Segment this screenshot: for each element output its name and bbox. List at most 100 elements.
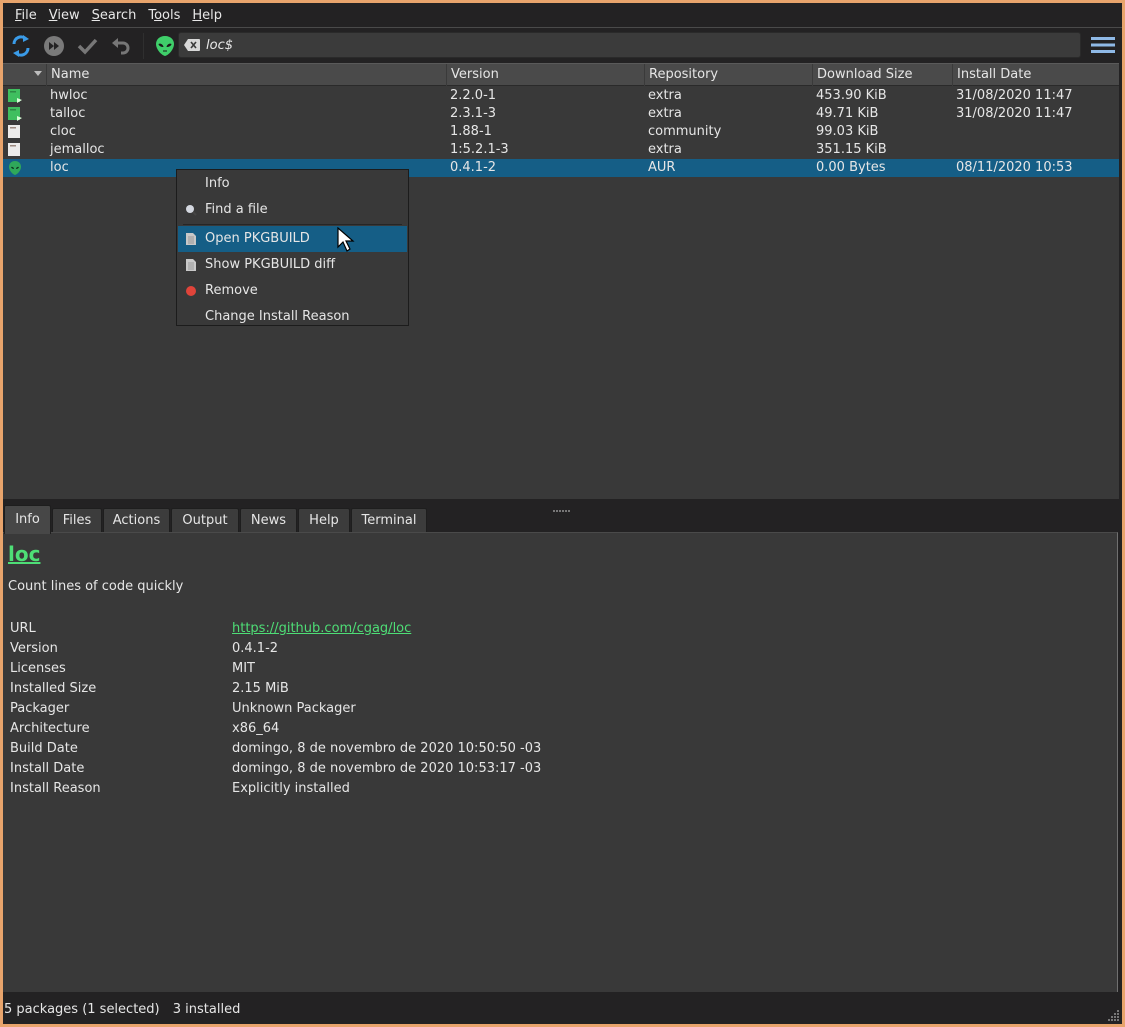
property-value: Explicitly installed	[232, 781, 350, 796]
sort-descending-icon	[34, 71, 42, 76]
context-menu-change-install-reason-label: Change Install Reason	[205, 309, 350, 324]
status-bar: 5 packages (1 selected) 3 installed	[3, 999, 249, 1021]
column-header-name[interactable]: Name	[46, 64, 446, 86]
property-key: Architecture	[10, 721, 90, 736]
cell-download-size: 0.00 Bytes	[816, 160, 886, 175]
property-key: Installed Size	[10, 681, 97, 696]
cell-repository: extra	[648, 88, 682, 103]
property-key: Licenses	[10, 661, 66, 676]
context-menu-separator	[183, 224, 402, 225]
context-menu-find-file-label: Find a file	[205, 202, 268, 217]
package-url-link[interactable]: https://github.com/cgag/loc	[232, 619, 411, 639]
toolbar	[3, 28, 1122, 63]
property-value: domingo, 8 de novembro de 2020 10:53:17 …	[232, 761, 542, 776]
info-panel: loc Count lines of code quickly URL http…	[3, 532, 1118, 992]
column-header-install-date[interactable]: Install Date	[952, 64, 1119, 86]
column-header-status[interactable]	[3, 64, 46, 86]
menu-help[interactable]: Help	[186, 8, 228, 23]
property-key: Build Date	[10, 741, 78, 756]
search-input[interactable]	[206, 37, 1066, 53]
resize-grip-icon[interactable]	[1108, 1010, 1120, 1022]
installed-icon	[8, 89, 22, 103]
alien-icon	[156, 35, 174, 56]
tab-files[interactable]: Files	[52, 508, 102, 533]
cell-install-date: 31/08/2020 11:47	[956, 88, 1073, 103]
menu-tools[interactable]: Tools	[142, 8, 186, 23]
cell-name: jemalloc	[50, 142, 105, 157]
menu-file[interactable]: File	[9, 8, 43, 23]
property-value: x86_64	[232, 721, 280, 736]
property-key: Packager	[10, 701, 70, 716]
property-key: Version	[10, 641, 58, 656]
remove-icon	[186, 286, 196, 296]
context-menu-show-pkgbuild-diff-label: Show PKGBUILD diff	[205, 257, 336, 272]
menu-search-label: earch	[99, 7, 137, 23]
property-key: URL	[10, 621, 36, 636]
clear-search-icon[interactable]	[184, 39, 200, 51]
property-value: MIT	[232, 661, 255, 676]
context-menu-open-pkgbuild-label: Open PKGBUILD	[205, 231, 310, 246]
cell-version: 1.88-1	[450, 124, 492, 139]
cell-version: 2.3.1-3	[450, 106, 497, 121]
rollback-button[interactable]	[105, 31, 135, 61]
tab-news[interactable]: News	[240, 508, 297, 533]
table-row-selected[interactable]: loc 0.4.1-2 AUR 0.00 Bytes 08/11/2020 10…	[3, 159, 1119, 177]
column-header-version[interactable]: Version	[446, 64, 644, 86]
menu-search-mnemonic: S	[91, 7, 100, 23]
toolbar-separator	[143, 32, 144, 59]
tab-output[interactable]: Output	[171, 508, 239, 533]
document-icon	[186, 233, 196, 245]
column-header-repository[interactable]: Repository	[644, 64, 812, 86]
table-row[interactable]: jemalloc 1:5.2.1-3 extra 351.15 KiB	[3, 141, 1119, 159]
status-package-count: 5 packages (1 selected)	[4, 1002, 160, 1017]
tab-info[interactable]: Info	[4, 505, 51, 534]
context-menu-find-file[interactable]: Find a file	[178, 197, 407, 223]
menu-view-label: iew	[57, 7, 80, 23]
table-row[interactable]: cloc 1.88-1 community 99.03 KiB	[3, 123, 1119, 141]
context-menu-open-pkgbuild[interactable]: Open PKGBUILD	[178, 226, 407, 252]
property-value: Unknown Packager	[232, 701, 356, 716]
menubar: File View Search Tools Help	[3, 3, 1122, 27]
context-menu: Info Find a file Open PKGBUILD Show PKGB…	[176, 169, 409, 326]
tab-help[interactable]: Help	[298, 508, 350, 533]
check-icon	[77, 38, 98, 55]
table-row[interactable]: hwloc 2.2.0-1 extra 453.90 KiB 31/08/202…	[3, 87, 1119, 105]
cell-name: hwloc	[50, 88, 88, 103]
context-menu-change-install-reason[interactable]: Change Install Reason	[178, 304, 407, 330]
cell-install-date: 31/08/2020 11:47	[956, 106, 1073, 121]
context-menu-info-label: Info	[205, 176, 230, 191]
menu-help-label: elp	[202, 7, 223, 23]
tab-terminal[interactable]: Terminal	[351, 508, 427, 533]
cell-install-date: 08/11/2020 10:53	[956, 160, 1073, 175]
octopi-window: File View Search Tools Help loc$ Name Ve…	[3, 3, 1122, 1024]
cell-name: loc	[50, 160, 69, 175]
property-value: 0.4.1-2	[232, 641, 279, 656]
aur-icon	[9, 161, 21, 175]
cell-download-size: 99.03 KiB	[816, 124, 879, 139]
tab-actions[interactable]: Actions	[103, 508, 170, 533]
splitter-handle[interactable]	[553, 500, 573, 512]
cell-repository: community	[648, 124, 722, 139]
menu-search[interactable]: Search	[86, 8, 143, 23]
context-menu-remove-label: Remove	[205, 283, 258, 298]
property-value: domingo, 8 de novembro de 2020 10:50:50 …	[232, 741, 542, 756]
search-field[interactable]	[178, 32, 1081, 58]
context-menu-show-pkgbuild-diff[interactable]: Show PKGBUILD diff	[178, 252, 407, 278]
sync-databases-button[interactable]	[6, 31, 36, 61]
menu-file-label: ile	[21, 7, 37, 23]
cell-version: 2.2.0-1	[450, 88, 497, 103]
context-menu-remove[interactable]: Remove	[178, 278, 407, 304]
menu-view[interactable]: View	[43, 8, 86, 23]
column-header-download-size[interactable]: Download Size	[812, 64, 952, 86]
system-upgrade-button[interactable]	[39, 31, 69, 61]
cell-download-size: 351.15 KiB	[816, 142, 887, 157]
package-list: Name Version Repository Download Size In…	[3, 63, 1119, 499]
context-menu-info[interactable]: Info	[178, 171, 407, 197]
table-row[interactable]: talloc 2.3.1-3 extra 49.71 KiB 31/08/202…	[3, 105, 1119, 123]
cell-version: 1:5.2.1-3	[450, 142, 509, 157]
commit-button[interactable]	[72, 31, 102, 61]
hamburger-icon[interactable]	[1090, 32, 1116, 58]
aur-mode-button[interactable]	[150, 31, 180, 61]
package-title-link[interactable]: loc	[8, 542, 40, 566]
status-installed-count: 3 installed	[172, 1002, 241, 1017]
